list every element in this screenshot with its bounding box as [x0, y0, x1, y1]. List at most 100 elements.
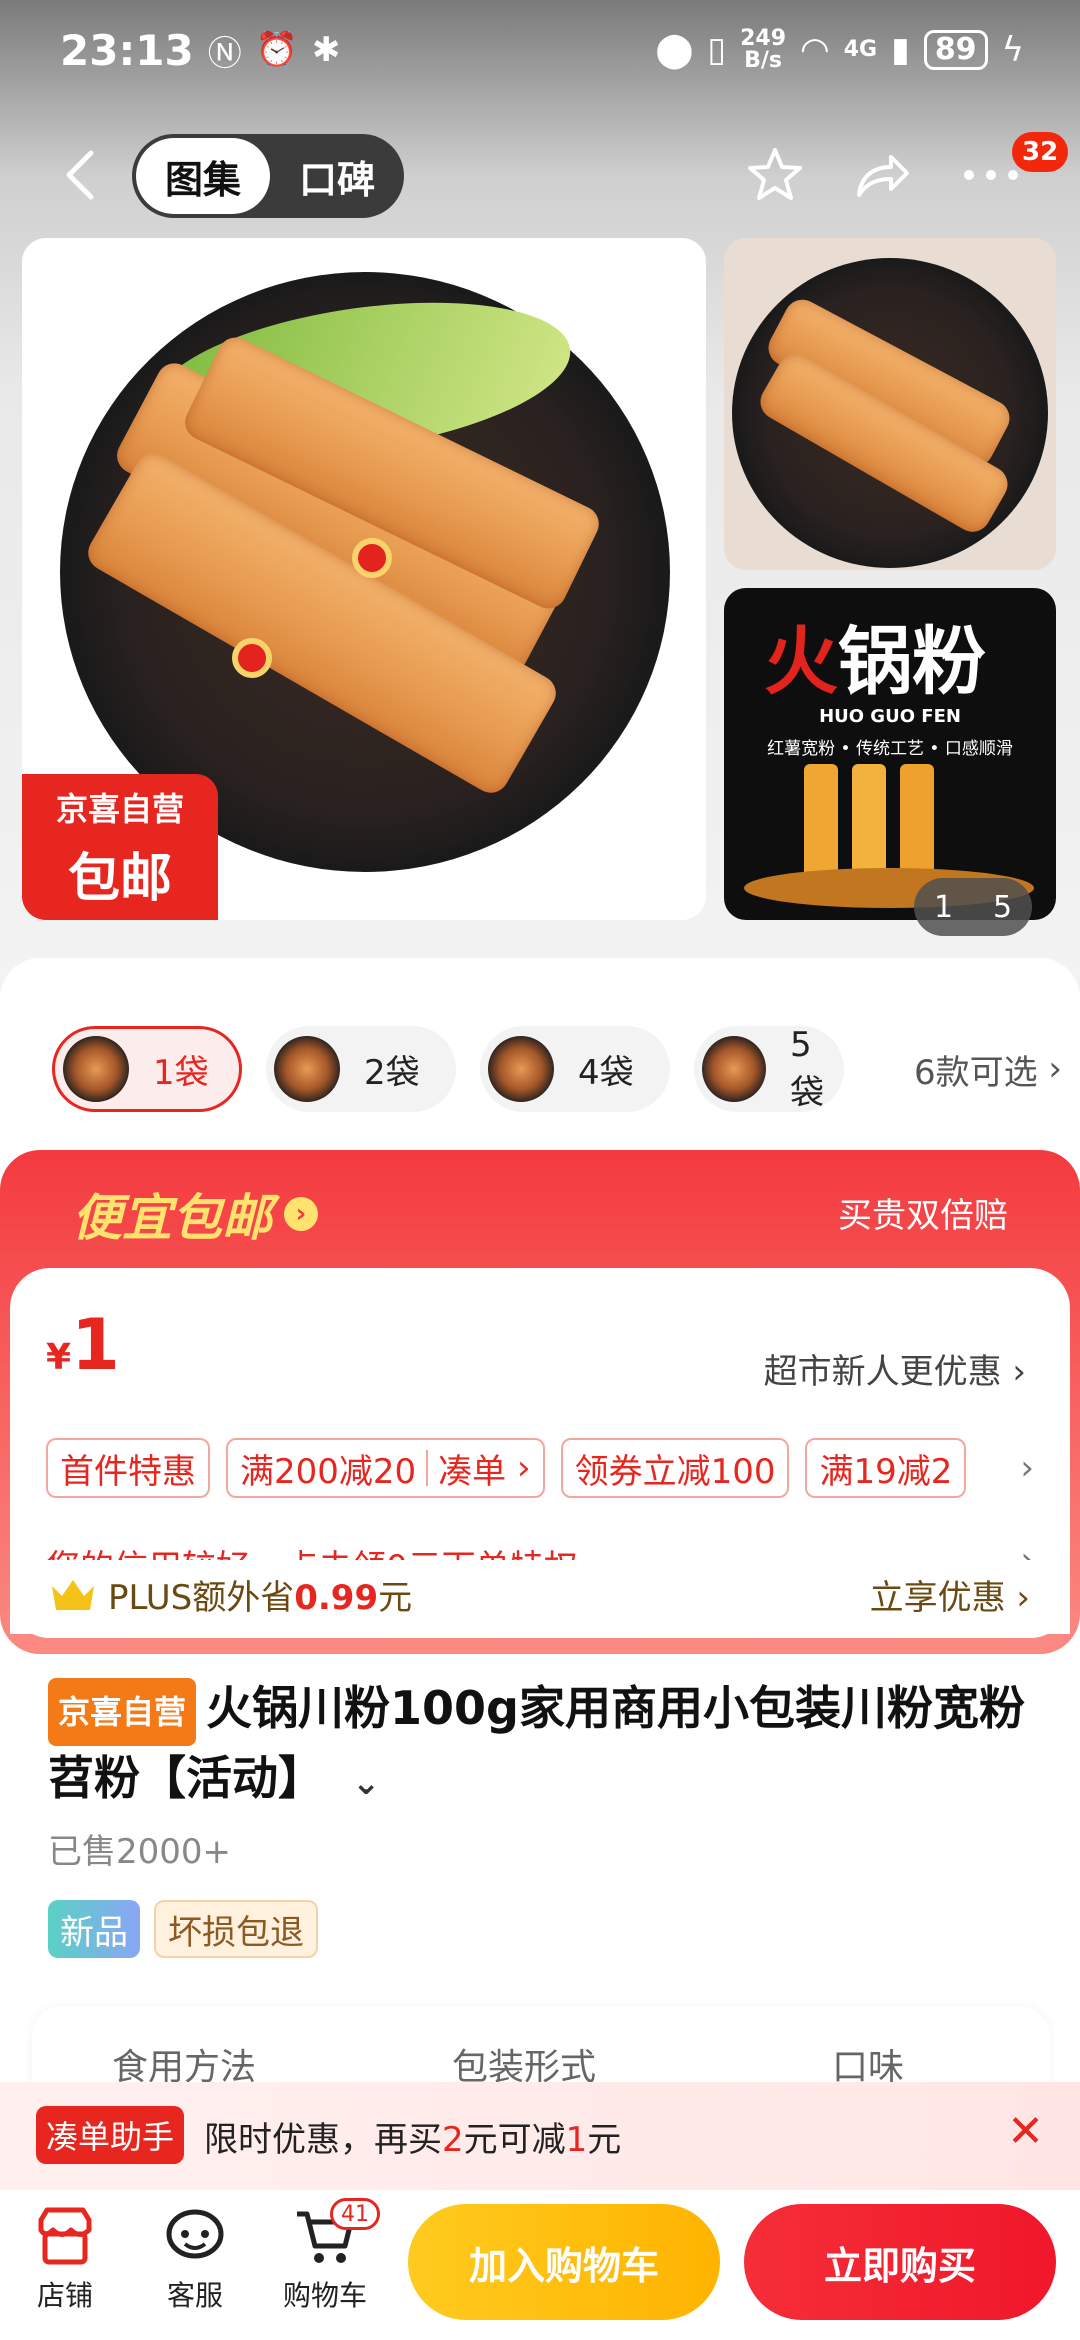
tab-reviews[interactable]: 口碑 — [270, 138, 404, 214]
promo-tag[interactable]: 满19减2 — [805, 1438, 967, 1498]
service-label: 客服 — [166, 2279, 223, 2312]
chevron-left-icon — [66, 150, 94, 200]
vibrate-icon: ▯ — [707, 30, 727, 70]
variant-label: 4袋 — [578, 1052, 634, 1093]
share-icon — [857, 155, 909, 197]
chevron-right-icon: › — [1016, 1578, 1030, 1618]
store-icon — [38, 2207, 92, 2265]
add-on-helper-tag: 凑单助手 — [36, 2106, 185, 2164]
back-button[interactable] — [50, 140, 110, 210]
noodle-strip — [900, 764, 934, 884]
plus-prefix: PLUS额外省 — [108, 1578, 295, 1618]
main-product-image[interactable]: 京喜自营 包邮 — [22, 238, 706, 920]
close-icon[interactable]: ✕ — [1007, 2106, 1044, 2157]
bluetooth-icon: ✱ — [312, 30, 341, 70]
new-user-offer-text: 超市新人更优惠 — [763, 1352, 1002, 1392]
promo-tag-combo[interactable]: 满200减20 凑单 › — [226, 1438, 545, 1498]
damage-return-label[interactable]: 坏损包退 — [154, 1900, 318, 1958]
status-bar: 23:13 Ⓝ ⏰ ✱ ⬤ ▯ 249 B/s ◠ 4G ▮ 89 ϟ — [0, 0, 1080, 100]
star-icon — [748, 148, 802, 200]
product-title[interactable]: 京喜自营 火锅川粉100g家用商用小包装川粉宽粉苕粉【活动】 ⌄ — [48, 1676, 1038, 1815]
chili-slice — [352, 538, 392, 578]
sales-count: 已售2000+ — [48, 1832, 232, 1872]
promo-headline[interactable]: 便宜包邮 › — [72, 1178, 318, 1250]
variant-option[interactable]: 5袋 — [694, 1026, 844, 1112]
variant-thumbnail — [702, 1036, 767, 1102]
badge-line1: 京喜自营 — [55, 790, 184, 828]
nav-bar: 图集 口碑 32 — [0, 130, 1080, 220]
more-variants-link[interactable]: 6款可选 › — [914, 1026, 1062, 1112]
product-labels: 新品 坏损包退 — [48, 1900, 318, 1958]
promo-tag[interactable]: 首件特惠 — [46, 1438, 210, 1498]
message-count-badge: 32 — [1012, 132, 1069, 172]
location-icon: ⬤ — [655, 30, 694, 70]
wifi-icon: ◠ — [800, 30, 830, 70]
more-variants-label: 6款可选 — [913, 1052, 1038, 1093]
status-time: 23:13 — [60, 25, 194, 75]
thumbnail-2[interactable]: 火锅粉 HUO GUO FEN 红薯宽粉 • 传统工艺 • 口感顺滑 — [724, 588, 1056, 920]
nfc-icon: Ⓝ — [207, 33, 242, 74]
net-speed-unit: B/s — [744, 48, 783, 73]
favorite-button[interactable] — [740, 140, 810, 210]
new-product-label: 新品 — [48, 1900, 140, 1958]
tag-divider — [426, 1450, 429, 1486]
variant-option[interactable]: 2袋 — [266, 1026, 456, 1112]
more-dots-icon — [964, 170, 1018, 180]
store-button[interactable]: 店铺 — [10, 2206, 120, 2314]
product-title-block: 京喜自营 火锅川粉100g家用商用小包装川粉宽粉苕粉【活动】 ⌄ — [48, 1676, 1038, 1815]
thumb-brand-subtitle: HUO GUO FEN — [819, 706, 961, 727]
new-user-offer-link[interactable]: 超市新人更优惠 › — [764, 1344, 1026, 1393]
add-to-cart-button[interactable]: 加入购物车 — [408, 2204, 720, 2320]
plus-suffix: 元 — [378, 1578, 413, 1618]
plus-savings: PLUS额外省0.99元 — [50, 1570, 412, 1619]
variant-thumbnail — [488, 1036, 554, 1102]
thumb-features: 红薯宽粉 • 传统工艺 • 口感顺滑 — [767, 739, 1013, 759]
variant-label: 2袋 — [364, 1052, 420, 1093]
thumbnail-1[interactable] — [724, 238, 1056, 570]
plus-amount: 0.99 — [294, 1578, 379, 1618]
battery-level: 89 — [923, 30, 988, 70]
chevron-right-icon: › — [284, 1197, 318, 1231]
variant-selector: 1袋 2袋 4袋 5袋 6款可选 › — [52, 1026, 1062, 1114]
thumb-brand-title: 火锅粉 — [764, 619, 986, 705]
charging-icon: ϟ — [1001, 30, 1024, 70]
promo-tag-label: 凑单 — [438, 1451, 507, 1492]
plus-cta: 立享优惠 › — [870, 1570, 1030, 1619]
variant-label: 1袋 — [153, 1052, 209, 1093]
price-value: 1 — [71, 1304, 120, 1386]
price: ¥1 — [46, 1304, 120, 1386]
variant-option[interactable]: 1袋 — [52, 1026, 242, 1112]
gallery-page-indicator: 1 5 — [914, 878, 1032, 936]
store-label: 店铺 — [36, 2279, 93, 2312]
tab-gallery[interactable]: 图集 — [136, 138, 270, 214]
plus-cta-text: 立享优惠 — [869, 1578, 1006, 1618]
chili-slice — [232, 638, 272, 678]
store-tag: 京喜自营 — [48, 1677, 197, 1746]
badge-line2: 包邮 — [67, 849, 172, 909]
network-type: 4G — [843, 37, 878, 62]
promo-tag[interactable]: 领券立减100 — [560, 1438, 790, 1498]
chevron-right-icon: › — [1012, 1352, 1026, 1392]
chevron-right-icon[interactable]: › — [1020, 1448, 1034, 1488]
crown-icon — [52, 1579, 94, 1610]
chat-icon — [166, 2209, 224, 2259]
buy-now-button[interactable]: 立即购买 — [744, 2204, 1056, 2320]
promo-tags: 首件特惠 满200减20 凑单 › 领券立减100 满19减2 — [46, 1438, 967, 1498]
alarm-icon: ⏰ — [255, 30, 299, 70]
jd-self-run-badge: 京喜自营 包邮 — [22, 774, 218, 920]
service-button[interactable]: 客服 — [140, 2206, 250, 2314]
promo-tag-label: 满200减20 — [240, 1451, 417, 1492]
add-on-helper-text: 限时优惠，再买2元可减1元 — [204, 2120, 622, 2160]
variant-thumbnail — [274, 1036, 340, 1102]
page-current: 1 — [933, 889, 954, 925]
page-total: 5 — [992, 889, 1013, 925]
net-speed: 249 B/s — [740, 28, 786, 72]
variant-option[interactable]: 4袋 — [480, 1026, 670, 1112]
plus-savings-row[interactable]: PLUS额外省0.99元 立享优惠 › — [10, 1560, 1070, 1634]
share-button[interactable] — [846, 140, 916, 210]
chevron-right-icon: › — [1037, 1049, 1062, 1089]
price-guarantee[interactable]: 买贵双倍赔 — [838, 1188, 1008, 1237]
chevron-down-icon[interactable]: ⌄ — [340, 1763, 381, 1803]
gallery-review-switch: 图集 口碑 — [132, 134, 404, 218]
add-on-helper-banner[interactable]: 凑单助手 限时优惠，再买2元可减1元 ✕ — [0, 2082, 1080, 2190]
